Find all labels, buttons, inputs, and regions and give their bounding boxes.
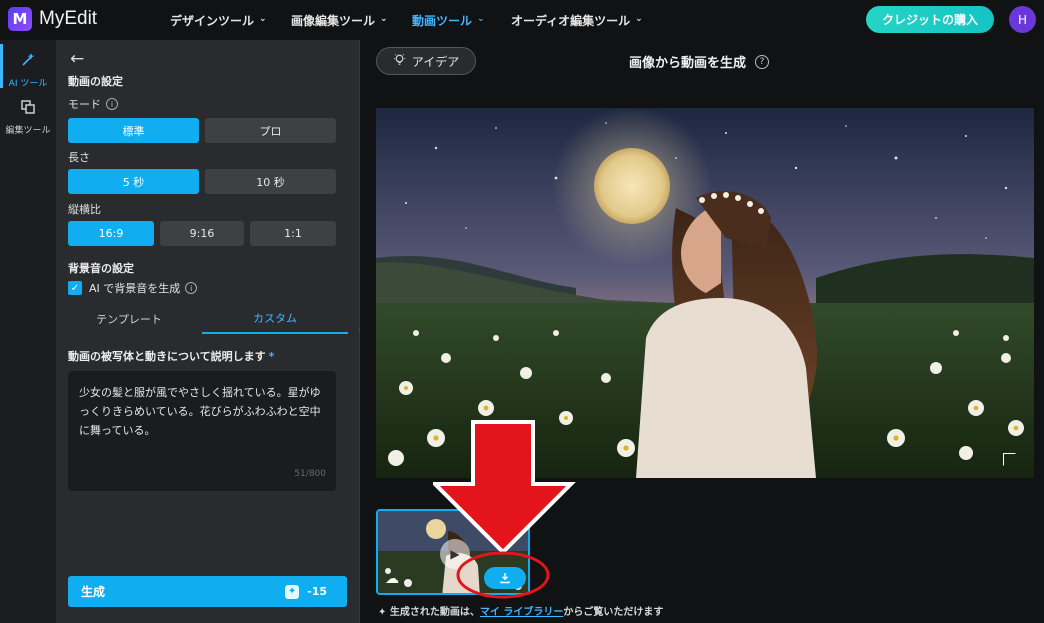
layers-icon (0, 99, 56, 119)
page-title-text: 画像から動画を生成 (629, 56, 747, 71)
annotation-arrow-icon (433, 420, 576, 599)
credit-icon: ✦ (285, 584, 300, 599)
nav-label: デザインツール (170, 13, 255, 28)
mode-pro-button[interactable]: プロ (205, 118, 336, 143)
length-10s-button[interactable]: 10 秒 (205, 169, 336, 194)
buy-credits-button[interactable]: クレジットの購入 (866, 6, 994, 33)
aspect-9-16-button[interactable]: 9:16 (160, 221, 244, 246)
aspect-ratio-label: 縦横比 (68, 203, 101, 216)
library-footnote: ✦ 生成された動画は、マイ ライブラリーからご覧いただけます (378, 603, 663, 618)
nav-video-tools[interactable]: 動画ツール ⌄ (412, 0, 485, 40)
tab-template[interactable]: テンプレート (56, 304, 202, 334)
top-navigation-bar: M MyEdit デザインツール ⌄ 画像編集ツール ⌄ 動画ツール ⌄ オーディオ編… (0, 0, 1044, 40)
aspect-1-1-button[interactable]: 1:1 (250, 221, 336, 246)
info-icon[interactable]: i (106, 98, 118, 110)
page-title: 画像から動画を生成? (629, 52, 770, 71)
rail-item-edit-tools[interactable]: 編集ツール (0, 99, 56, 136)
generate-button[interactable]: 生成 ✦ -15 (68, 576, 347, 607)
back-arrow-icon[interactable]: ← (70, 49, 84, 69)
credit-cost: ✦ -15 (285, 584, 327, 599)
checkbox-checked-icon[interactable]: ✓ (68, 281, 82, 295)
credit-cost-value: -15 (307, 585, 327, 598)
info-icon[interactable]: i (185, 282, 198, 294)
settings-panel: ← 動画の設定 モード i 標準 プロ 長さ 5 秒 10 秒 縦横比 16:9 … (56, 40, 363, 623)
bgm-settings-title: 背景音の設定 (68, 262, 134, 275)
nav-image-edit-tools[interactable]: 画像編集ツール ⌄ (291, 0, 388, 40)
myedit-logo-icon: M (8, 7, 32, 31)
rail-item-ai-tools[interactable]: AI ツール (0, 44, 56, 89)
mode-standard-button[interactable]: 標準 (68, 118, 199, 143)
bgm-checkbox-label: AI で背景音を生成 (89, 282, 181, 295)
idea-label: アイデア (411, 54, 460, 69)
mode-label: モード i (68, 96, 118, 112)
character-counter: 51/800 (294, 469, 326, 479)
app-name: MyEdit (39, 8, 98, 29)
idea-button[interactable]: アイデア (376, 47, 476, 75)
cloud-upload-icon[interactable]: ☁ (385, 571, 399, 587)
length-label: 長さ (68, 151, 90, 164)
footnote-suffix: からご覧いただけます (563, 607, 664, 618)
chevron-down-icon: ⌄ (259, 14, 267, 24)
nav-label: 動画ツール (412, 13, 473, 28)
video-settings-title: 動画の設定 (68, 75, 123, 88)
length-5s-button[interactable]: 5 秒 (68, 169, 199, 194)
sparkle-icon: ✦ (378, 607, 387, 618)
nav-label: オーディオ編集ツール (511, 13, 631, 28)
magic-wand-icon (0, 52, 56, 72)
chevron-down-icon: ⌄ (380, 14, 388, 24)
chevron-down-icon: ⌄ (477, 14, 485, 24)
chevron-down-icon: ⌄ (635, 14, 643, 24)
rail-label: AI ツール (8, 79, 48, 89)
app-logo[interactable]: M MyEdit (8, 7, 97, 31)
my-library-link[interactable]: マイ ライブラリー (480, 607, 563, 618)
tool-rail: AI ツール 編集ツール (0, 40, 56, 623)
tab-custom[interactable]: カスタム (202, 304, 348, 334)
avatar[interactable]: H (1009, 6, 1036, 33)
generate-label: 生成 (81, 585, 106, 599)
footnote-prefix: 生成された動画は、 (389, 607, 480, 618)
lightbulb-icon (393, 53, 406, 69)
nav-label: 画像編集ツール (291, 13, 376, 28)
aspect-16-9-button[interactable]: 16:9 (68, 221, 154, 246)
rail-label: 編集ツール (5, 126, 51, 136)
description-title: 動画の被写体と動きについて説明します * (68, 348, 274, 364)
required-mark: * (268, 350, 275, 363)
mode-label-text: モード (68, 98, 101, 111)
fullscreen-icon[interactable] (1003, 453, 1016, 466)
prompt-tabs: テンプレート カスタム (56, 304, 348, 334)
description-title-text: 動画の被写体と動きについて説明します (68, 350, 266, 363)
description-textarea[interactable]: 少女の髪と服が風でやさしく揺れている。星がゆっくりきらめいている。花びらがふわふ… (68, 371, 336, 491)
help-icon[interactable]: ? (755, 54, 770, 69)
bgm-checkbox-row[interactable]: ✓ AI で背景音を生成 i (68, 280, 198, 296)
nav-design-tools[interactable]: デザインツール ⌄ (170, 0, 267, 40)
nav-audio-edit-tools[interactable]: オーディオ編集ツール ⌄ (511, 0, 643, 40)
description-text: 少女の髪と服が風でやさしく揺れている。星がゆっくりきらめいている。花びらがふわふ… (79, 386, 321, 437)
